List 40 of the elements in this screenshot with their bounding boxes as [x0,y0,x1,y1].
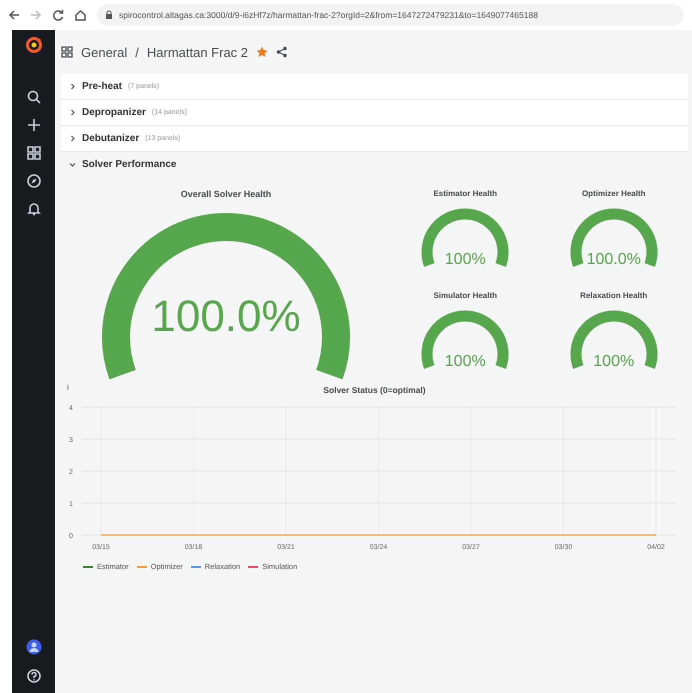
chevron-icon[interactable] [69,135,76,142]
gauge-title: Simulator Health [433,291,498,300]
row-title[interactable]: Pre-heat [82,81,122,92]
url-text: spirocontrol.altagas.ca:3000/d/9-i6zHf7z/harmattan-frac-2?orgId=2&from=1647272479231&to=1649077465188 [119,10,538,20]
gauge-value: 100% [444,354,487,370]
reload-icon[interactable] [52,9,64,21]
dashboard-title[interactable]: Harmattan Frac 2 [146,44,248,60]
search-icon[interactable] [26,90,40,104]
info-icon[interactable]: i [67,383,69,392]
logo-icon[interactable] [24,36,42,54]
gauge-title: Optimizer Health [582,189,646,198]
avatar-icon[interactable] [26,639,42,655]
gauge-title: Relaxation Health [580,291,648,300]
back-icon[interactable] [8,9,20,21]
gauge-value: 100.0% [150,295,302,339]
breadcrumb-separator: / [135,44,139,60]
address-bar[interactable]: spirocontrol.altagas.ca:3000/d/9-i6zHf7z/harmattan-frac-2?orgId=2&from=1647272479231&to=1649077465188 [97,4,684,26]
breadcrumb-folder[interactable]: General [81,44,128,60]
gauge-title: Overall Solver Health [180,189,272,199]
chart-title: Solver Status (0=optimal) [323,385,426,395]
grid-icon[interactable] [26,146,40,160]
plus-icon[interactable] [26,118,40,132]
chevron-icon[interactable] [69,109,76,116]
gauge-title: Estimator Health [433,189,498,198]
row-title[interactable]: Solver Performance [82,159,176,170]
lock-icon [105,10,113,20]
help-icon[interactable] [26,669,40,683]
home-icon[interactable] [74,9,87,21]
compass-icon[interactable] [26,174,40,188]
chevron-icon[interactable] [69,161,76,168]
row-title[interactable]: Debutanizer [82,133,140,144]
dashboards-icon [61,46,73,58]
bell-icon[interactable] [26,202,40,216]
chevron-icon[interactable] [69,83,76,90]
share-icon[interactable] [276,46,288,58]
row-title[interactable]: Depropanizer [82,107,146,118]
gauge-value: 100% [592,354,636,370]
gauge-value: 100.0% [586,252,642,268]
gauge-value: 100% [444,252,487,268]
star-icon[interactable] [256,46,268,58]
